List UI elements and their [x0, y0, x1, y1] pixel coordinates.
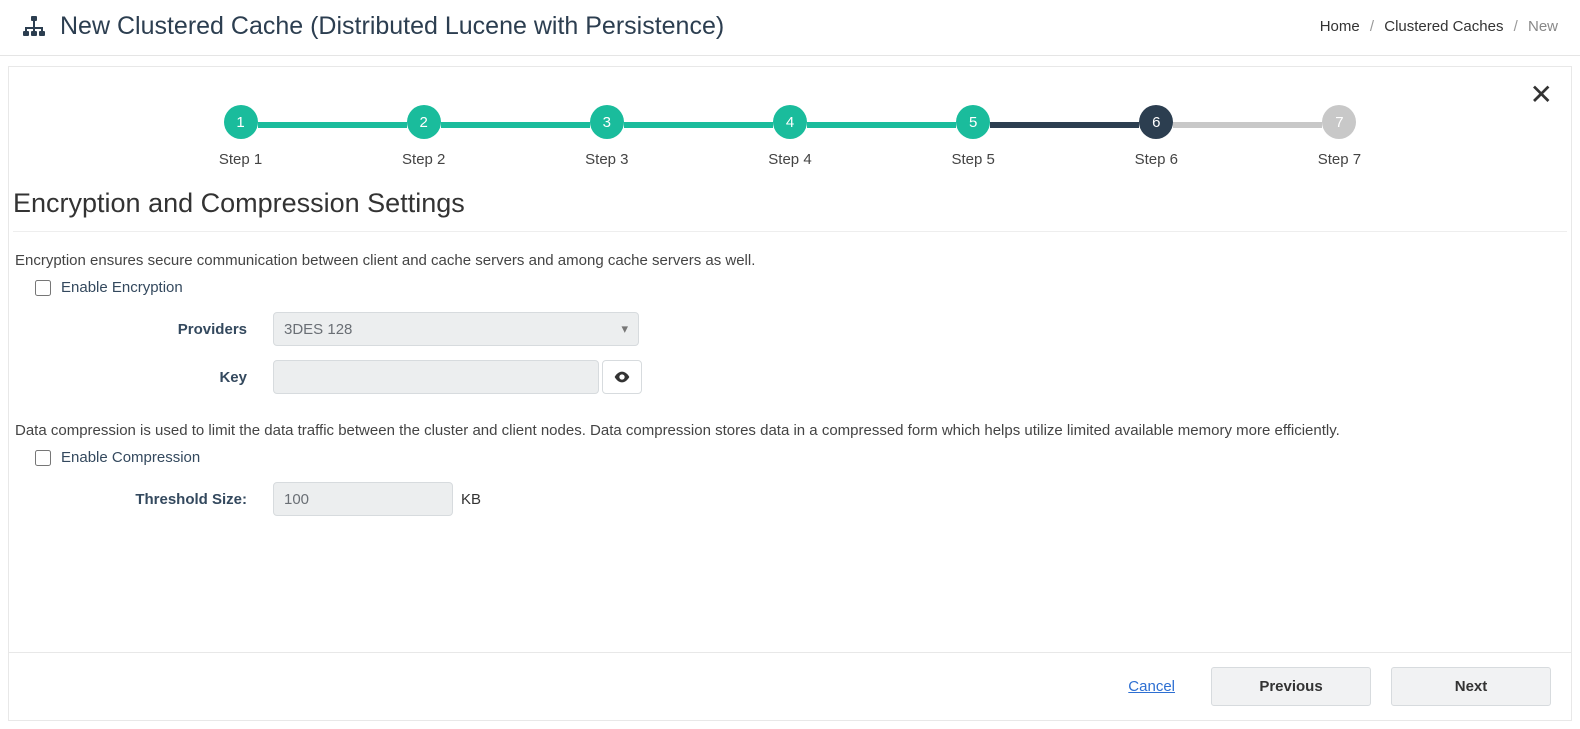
step-connector	[441, 122, 590, 128]
breadcrumb-separator: /	[1370, 18, 1374, 35]
enable-encryption-label: Enable Encryption	[61, 279, 183, 296]
sitemap-icon	[22, 15, 46, 39]
chevron-down-icon: ▾	[621, 321, 628, 337]
key-input[interactable]	[273, 360, 599, 394]
threshold-input[interactable]	[273, 482, 453, 516]
page-header: New Clustered Cache (Distributed Lucene …	[0, 0, 1580, 56]
enable-compression-row: Enable Compression	[35, 449, 1567, 466]
wizard-step-2[interactable]: 2 Step 2	[332, 105, 515, 168]
section-title: Encryption and Compression Settings	[13, 182, 1567, 232]
breadcrumb: Home / Clustered Caches / New	[1320, 18, 1558, 35]
step-label: Step 1	[149, 151, 332, 168]
wizard-step-5[interactable]: 5 Step 5	[882, 105, 1065, 168]
page-title: New Clustered Cache (Distributed Lucene …	[60, 12, 724, 41]
threshold-unit: KB	[461, 491, 481, 508]
providers-label: Providers	[13, 321, 273, 338]
wizard-step-7[interactable]: 7 Step 7	[1248, 105, 1431, 168]
encryption-description: Encryption ensures secure communication …	[15, 252, 1567, 269]
breadcrumb-current: New	[1528, 18, 1558, 35]
step-circle: 6	[1139, 105, 1173, 139]
step-label: Step 5	[882, 151, 1065, 168]
threshold-label: Threshold Size:	[13, 491, 273, 508]
page-header-left: New Clustered Cache (Distributed Lucene …	[22, 12, 724, 41]
step-label: Step 6	[1065, 151, 1248, 168]
step-circle: 1	[224, 105, 258, 139]
wizard-step-3[interactable]: 3 Step 3	[515, 105, 698, 168]
step-label: Step 2	[332, 151, 515, 168]
enable-encryption-row: Enable Encryption	[35, 279, 1567, 296]
compression-description: Data compression is used to limit the da…	[15, 422, 1567, 439]
wizard-stepper: 1 Step 1 2 Step 2 3 Step 3 4 Step 4 5 Step 5 6 Step…	[9, 67, 1571, 178]
breadcrumb-home[interactable]: Home	[1320, 18, 1360, 35]
cancel-link[interactable]: Cancel	[1128, 678, 1175, 695]
wizard-step-1[interactable]: 1 Step 1	[149, 105, 332, 168]
step-connector	[624, 122, 773, 128]
step-circle: 4	[773, 105, 807, 139]
threshold-row: Threshold Size: KB	[13, 482, 1567, 516]
step-label: Step 7	[1248, 151, 1431, 168]
reveal-key-button[interactable]	[602, 360, 642, 394]
key-row: Key	[13, 360, 1567, 394]
providers-row: Providers 3DES 128 ▾	[13, 312, 1567, 346]
key-label: Key	[13, 369, 273, 386]
step-circle: 3	[590, 105, 624, 139]
eye-icon	[614, 371, 630, 383]
previous-button[interactable]: Previous	[1211, 667, 1371, 706]
providers-value: 3DES 128	[284, 321, 352, 338]
step-circle: 2	[407, 105, 441, 139]
key-input-group	[273, 360, 642, 394]
step-connector	[258, 122, 407, 128]
wizard-step-4[interactable]: 4 Step 4	[698, 105, 881, 168]
step-label: Step 3	[515, 151, 698, 168]
wizard-footer: Cancel Previous Next	[9, 652, 1571, 720]
step-circle: 7	[1322, 105, 1356, 139]
providers-select[interactable]: 3DES 128 ▾	[273, 312, 639, 346]
step-connector	[807, 122, 956, 128]
step-connector	[1173, 122, 1322, 128]
wizard-panel: ✕ 1Step 12Step 23Step 34Step 45Step 56St…	[8, 66, 1572, 721]
wizard-content: Encryption and Compression Settings Encr…	[11, 182, 1569, 516]
breadcrumb-clustered-caches[interactable]: Clustered Caches	[1384, 18, 1503, 35]
wizard-step-6[interactable]: 6 Step 6	[1065, 105, 1248, 168]
enable-compression-checkbox[interactable]	[35, 450, 51, 466]
step-label: Step 4	[698, 151, 881, 168]
step-circle: 5	[956, 105, 990, 139]
enable-compression-label: Enable Compression	[61, 449, 200, 466]
breadcrumb-separator: /	[1514, 18, 1518, 35]
enable-encryption-checkbox[interactable]	[35, 280, 51, 296]
next-button[interactable]: Next	[1391, 667, 1551, 706]
step-connector	[990, 122, 1139, 128]
